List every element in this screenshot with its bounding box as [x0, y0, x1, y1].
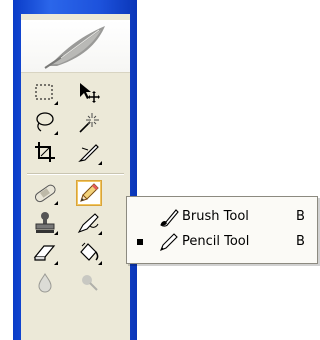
dodge-icon — [82, 275, 98, 291]
blur-tool-button[interactable] — [32, 270, 58, 296]
slice-tool-button[interactable] — [76, 140, 102, 166]
crop-tool-button[interactable] — [32, 140, 58, 166]
pencil-icon — [80, 183, 99, 202]
flyout-indicator-icon — [54, 261, 58, 265]
history-brush-tool-button[interactable] — [76, 210, 102, 236]
flyout-indicator-icon — [54, 131, 58, 135]
move-icon — [80, 83, 100, 103]
flyout-indicator-icon — [98, 261, 102, 265]
feather-icon — [44, 26, 105, 69]
magic-wand-tool-button[interactable] — [76, 110, 102, 136]
toolbox-separator — [27, 173, 124, 175]
magic-wand-icon — [79, 113, 99, 133]
flyout-indicator-icon — [54, 231, 58, 235]
menu-item-label: Pencil Tool — [182, 234, 250, 249]
lasso-tool-button[interactable] — [32, 110, 58, 136]
healing-brush-tool-button[interactable] — [32, 180, 58, 206]
dodge-tool-button[interactable] — [76, 270, 102, 296]
flyout-indicator-icon — [98, 161, 102, 165]
tool-flyout-menu: Brush Tool B Pencil Tool B — [126, 196, 318, 264]
paint-bucket-tool-button[interactable] — [76, 240, 102, 266]
crop-icon — [35, 142, 55, 162]
flyout-indicator-icon — [98, 231, 102, 235]
flyout-indicator-icon — [54, 201, 58, 205]
menu-item-brush-tool[interactable]: Brush Tool B — [128, 205, 316, 229]
selected-bullet-icon — [137, 239, 143, 245]
screenshot-stage: Brush Tool B Pencil Tool B — [0, 0, 320, 340]
eraser-tool-button[interactable] — [32, 240, 58, 266]
menu-item-shortcut: B — [296, 234, 305, 249]
move-tool-button[interactable] — [76, 80, 102, 106]
clone-stamp-tool-button[interactable] — [32, 210, 58, 236]
toolbox-panel — [21, 14, 130, 340]
pencil-tool-button[interactable] — [76, 180, 102, 206]
marquee-tool-button[interactable] — [32, 80, 58, 106]
menu-item-shortcut: B — [296, 209, 305, 224]
blur-drop-icon — [38, 273, 52, 293]
menu-item-pencil-tool[interactable]: Pencil Tool B — [128, 230, 316, 254]
brush-icon — [158, 207, 180, 231]
flyout-indicator-icon — [54, 101, 58, 105]
pencil-icon — [158, 232, 180, 256]
photoshop-feather-logo — [21, 20, 130, 73]
menu-item-label: Brush Tool — [182, 209, 249, 224]
